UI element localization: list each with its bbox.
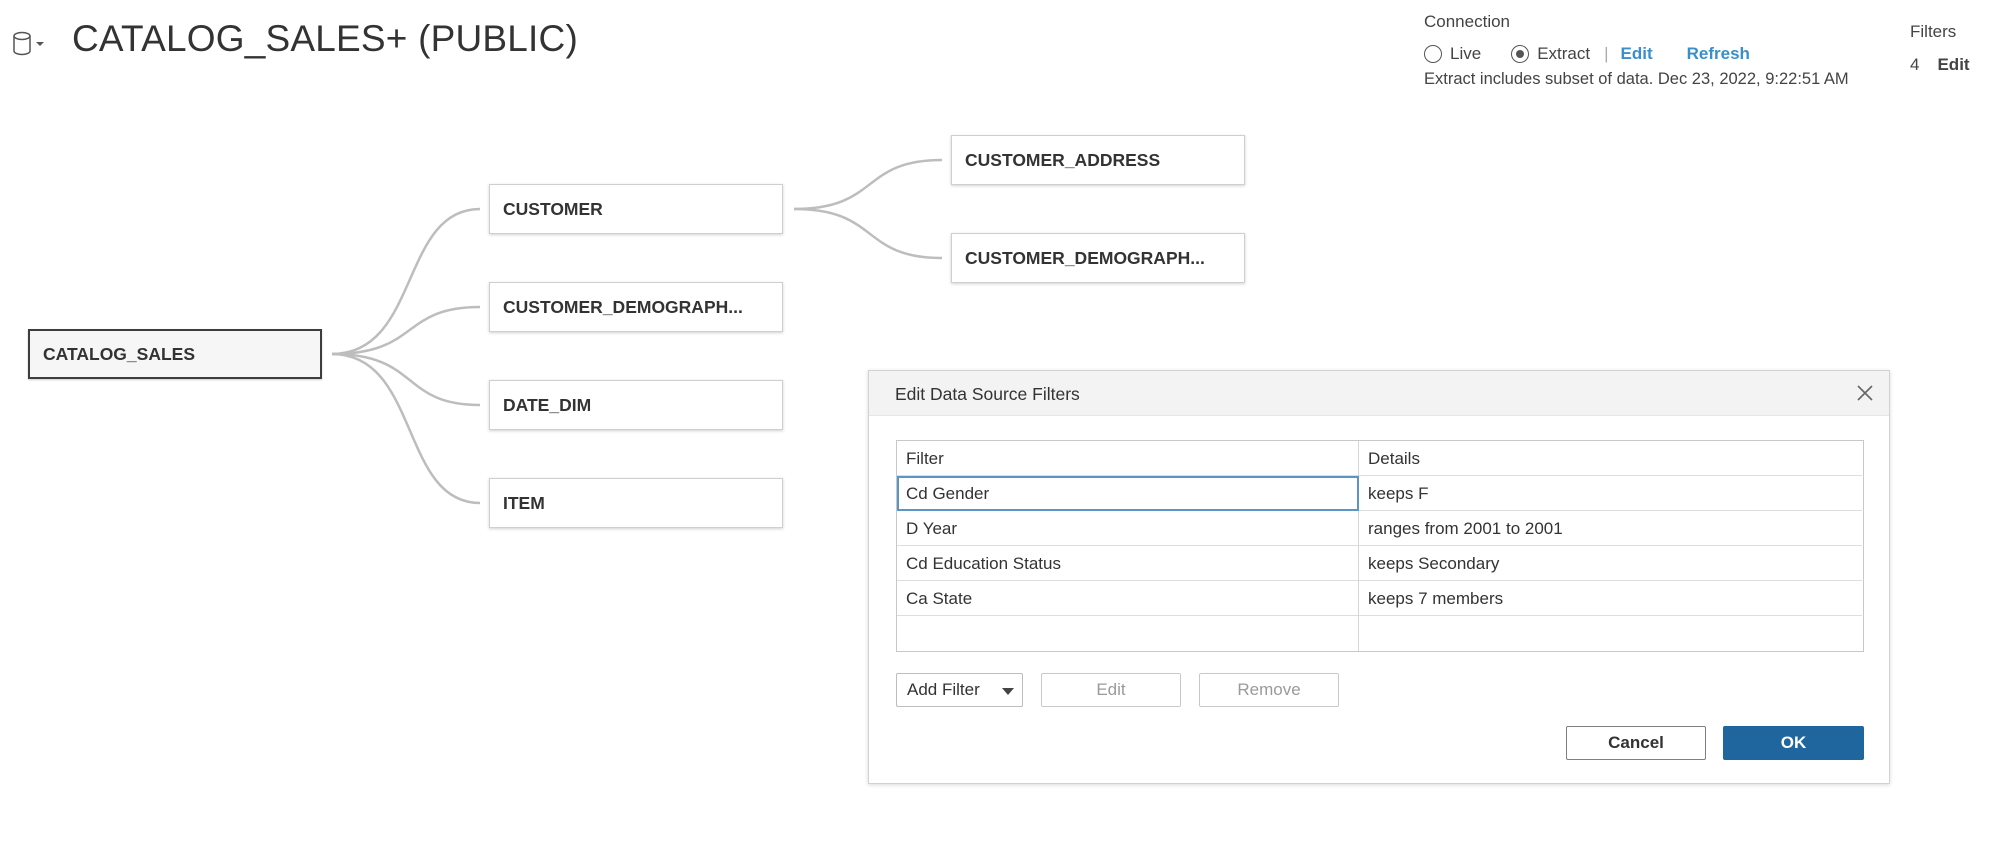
- edit-filter-button[interactable]: Edit: [1041, 673, 1181, 707]
- dialog-header: Edit Data Source Filters: [869, 371, 1889, 416]
- empty-row[interactable]: [897, 616, 1862, 651]
- edit-data-source-filters-dialog: Edit Data Source Filters Filter Details …: [868, 370, 1890, 784]
- details-cell: ranges from 2001 to 2001: [1368, 518, 1563, 538]
- link-customer-demographics-2: [793, 207, 943, 260]
- link-catalog-date-dim: [331, 352, 481, 407]
- cancel-button[interactable]: Cancel: [1566, 726, 1706, 760]
- filters-table: Filter Details Cd Gender keeps F D Year …: [896, 440, 1864, 652]
- add-filter-dropdown[interactable]: Add Filter: [896, 673, 1023, 707]
- table-customer-demographics-2[interactable]: CUSTOMER_DEMOGRAPH...: [951, 233, 1245, 283]
- filter-cell[interactable]: Ca State: [897, 581, 1359, 616]
- filter-cell[interactable]: D Year: [897, 511, 1359, 546]
- column-header-details: Details: [1368, 448, 1420, 468]
- table-customer[interactable]: CUSTOMER: [489, 184, 783, 234]
- table-header-row: Filter Details: [897, 441, 1862, 476]
- add-filter-label: Add Filter: [907, 680, 980, 699]
- filter-cell[interactable]: Cd Education Status: [897, 546, 1359, 581]
- details-cell: keeps F: [1368, 483, 1429, 503]
- table-row[interactable]: Cd Education Status keeps Secondary: [897, 546, 1862, 581]
- filter-cell[interactable]: Cd Gender: [897, 476, 1359, 511]
- remove-filter-button[interactable]: Remove: [1199, 673, 1339, 707]
- link-customer-address: [793, 158, 943, 211]
- details-cell-empty: [1359, 616, 1862, 651]
- table-row[interactable]: Ca State keeps 7 members: [897, 581, 1862, 616]
- dialog-title: Edit Data Source Filters: [895, 384, 1080, 404]
- table-customer-demographics[interactable]: CUSTOMER_DEMOGRAPH...: [489, 282, 783, 332]
- table-row[interactable]: Cd Gender keeps F: [897, 476, 1862, 511]
- table-customer-address[interactable]: CUSTOMER_ADDRESS: [951, 135, 1245, 185]
- table-date-dim[interactable]: DATE_DIM: [489, 380, 783, 430]
- details-cell: keeps 7 members: [1368, 588, 1504, 608]
- ok-button[interactable]: OK: [1723, 726, 1864, 760]
- column-header-filter: Filter: [897, 441, 1359, 476]
- data-source-page: CATALOG_SALES+ (PUBLIC) Connection Live …: [0, 0, 1999, 858]
- details-cell: keeps Secondary: [1368, 553, 1500, 573]
- table-catalog-sales[interactable]: CATALOG_SALES: [28, 329, 322, 379]
- table-row[interactable]: D Year ranges from 2001 to 2001: [897, 511, 1862, 546]
- table-item[interactable]: ITEM: [489, 478, 783, 528]
- link-catalog-customer-demographics: [331, 305, 481, 356]
- filter-cell-empty[interactable]: [897, 616, 1359, 651]
- caret-down-icon: [1002, 688, 1014, 695]
- close-icon[interactable]: [1853, 381, 1877, 405]
